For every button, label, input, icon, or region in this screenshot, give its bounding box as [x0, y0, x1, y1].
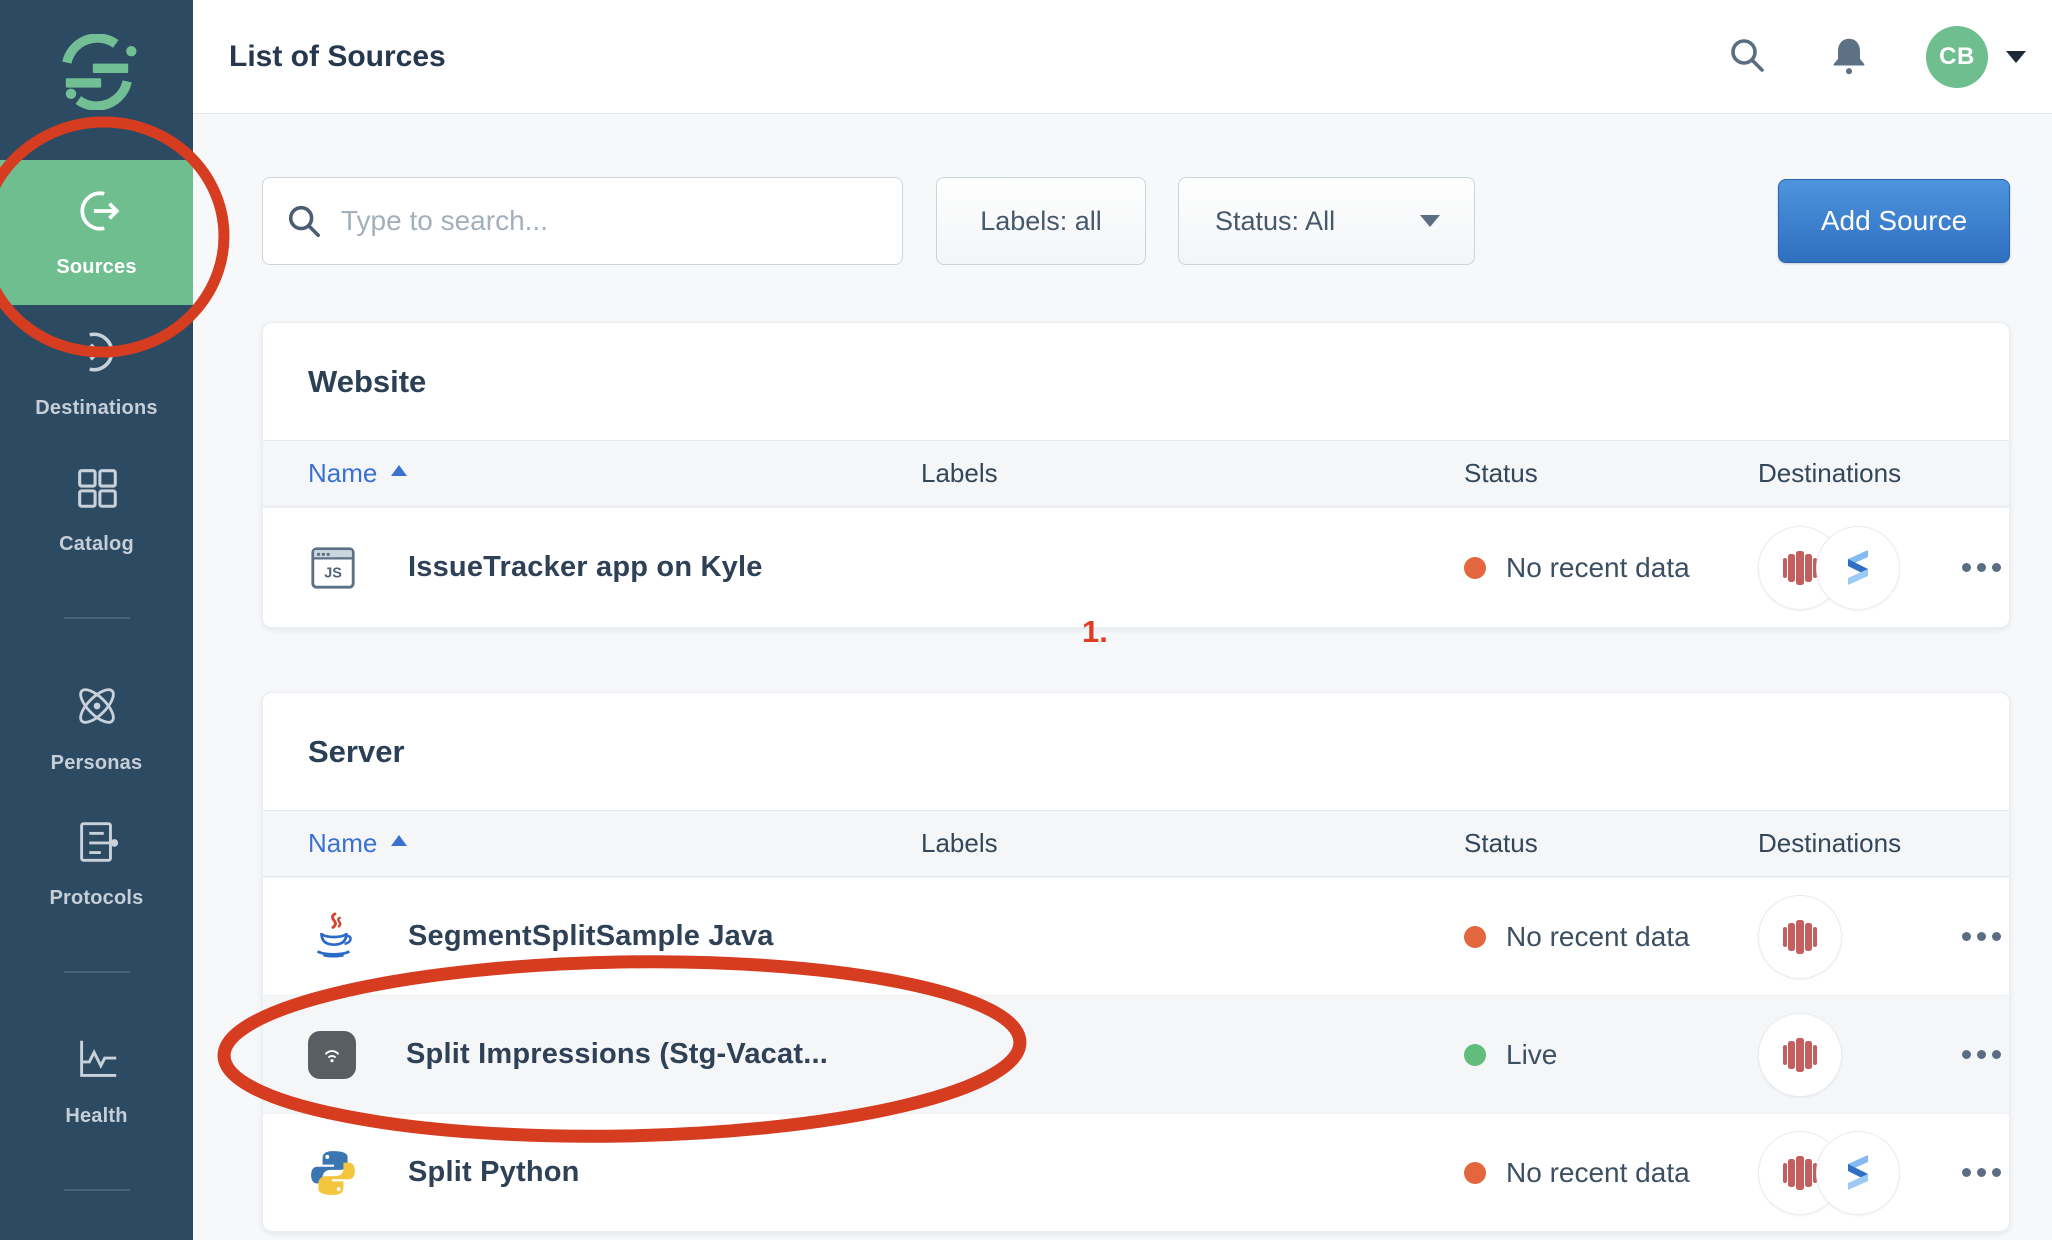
- topbar: List of Sources CB: [193, 0, 2052, 114]
- topbar-actions: CB: [1674, 26, 2052, 88]
- redshift-destination-icon[interactable]: [1758, 1013, 1842, 1097]
- table-header-row: Name Labels Status Destinations: [263, 441, 2009, 507]
- source-name: SegmentSplitSample Java: [408, 920, 774, 953]
- section-title: Website: [263, 323, 2009, 441]
- sidebar-item-label: Protocols: [49, 887, 143, 910]
- labels-filter-button[interactable]: Labels: all: [936, 177, 1146, 265]
- search-icon: [1728, 36, 1766, 77]
- sidebar-item-label: Catalog: [59, 533, 134, 556]
- sidebar-nav: Sources Destinations Cata: [0, 160, 193, 1231]
- column-header-destinations: Destinations: [1758, 828, 1928, 859]
- pulse-chart-icon: [72, 1035, 122, 1091]
- catalog-grid-icon: [72, 463, 122, 519]
- status-cell: No recent data: [1464, 1157, 1758, 1189]
- sidebar-item-label: Destinations: [35, 397, 157, 420]
- svg-text:JS: JS: [324, 565, 342, 581]
- sources-icon: [72, 186, 122, 242]
- table-header-row: Name Labels Status Destinations: [263, 811, 2009, 877]
- search-field-wrap: [262, 177, 903, 265]
- source-name: Split Impressions (Stg-Vacat...: [406, 1038, 828, 1071]
- table-row[interactable]: JS IssueTracker app on Kyle No recent da…: [263, 507, 2009, 627]
- sidebar-item-label: Sources: [56, 256, 136, 279]
- account-menu-caret-icon[interactable]: [2006, 51, 2026, 63]
- status-dot-icon: [1464, 1162, 1486, 1184]
- sidebar: Sources Destinations Cata: [0, 0, 193, 1240]
- source-name: IssueTracker app on Kyle: [408, 551, 763, 584]
- sidebar-item-protocols[interactable]: Protocols: [0, 795, 193, 931]
- column-header-status: Status: [1464, 828, 1758, 859]
- row-options-kebab-button[interactable]: [1952, 918, 2010, 955]
- status-dot-icon: [1464, 1044, 1486, 1066]
- server-sources-card: Server Name Labels Status Destinations: [262, 692, 2010, 1232]
- destinations-icon: [72, 327, 122, 383]
- avatar-initials: CB: [1939, 43, 1975, 71]
- javascript-browser-icon: JS: [308, 543, 358, 593]
- status-filter-label: Status: All: [1215, 206, 1335, 237]
- status-text: Live: [1506, 1039, 1557, 1071]
- bell-icon: [1828, 34, 1870, 79]
- add-source-label: Add Source: [1821, 205, 1967, 236]
- sidebar-divider: [64, 1189, 130, 1191]
- status-cell: Live: [1464, 1039, 1758, 1071]
- python-icon: [308, 1148, 358, 1198]
- notifications-button[interactable]: [1820, 26, 1878, 87]
- main-content: Labels: all Status: All Add Source Websi…: [193, 114, 2052, 1240]
- sort-ascending-icon: [391, 465, 407, 476]
- redshift-destination-icon[interactable]: [1758, 895, 1842, 979]
- segment-logo-icon: [45, 34, 149, 110]
- destinations-cell: [1758, 1013, 1928, 1097]
- sidebar-item-catalog[interactable]: Catalog: [0, 441, 193, 577]
- column-header-name[interactable]: Name: [308, 458, 921, 489]
- document-flow-icon: [72, 817, 122, 873]
- row-options-kebab-button[interactable]: [1952, 549, 2010, 586]
- row-options-kebab-button[interactable]: [1952, 1036, 2010, 1073]
- website-sources-card: Website Name Labels Status Destinations: [262, 322, 2010, 628]
- sidebar-item-sources[interactable]: Sources: [0, 160, 193, 305]
- add-source-button[interactable]: Add Source: [1778, 179, 2010, 263]
- blue-s-destination-icon[interactable]: [1816, 526, 1900, 610]
- status-text: No recent data: [1506, 921, 1690, 953]
- filter-toolbar: Labels: all Status: All Add Source: [262, 177, 2010, 265]
- column-header-labels: Labels: [921, 458, 1464, 489]
- destinations-cell: [1758, 1131, 1928, 1215]
- sidebar-item-label: Personas: [51, 752, 143, 775]
- column-header-status: Status: [1464, 458, 1758, 489]
- labels-filter-label: Labels: all: [980, 206, 1102, 237]
- section-title: Server: [263, 693, 2009, 811]
- sidebar-item-health[interactable]: Health: [0, 1013, 193, 1149]
- destinations-cell: [1758, 895, 1928, 979]
- java-icon: [308, 912, 358, 962]
- sort-ascending-icon: [391, 835, 407, 846]
- global-search-button[interactable]: [1720, 28, 1774, 85]
- blue-s-destination-icon[interactable]: [1816, 1131, 1900, 1215]
- row-options-kebab-button[interactable]: [1952, 1154, 2010, 1191]
- chevron-down-icon: [1420, 215, 1440, 227]
- sidebar-item-label: Health: [65, 1105, 127, 1128]
- status-filter-dropdown[interactable]: Status: All: [1178, 177, 1475, 265]
- destinations-cell: [1758, 526, 1928, 610]
- status-text: No recent data: [1506, 552, 1690, 584]
- sidebar-item-destinations[interactable]: Destinations: [0, 305, 193, 441]
- table-row[interactable]: SegmentSplitSample Java No recent data: [263, 877, 2009, 995]
- table-row[interactable]: Split Python No recent data: [263, 1113, 2009, 1231]
- sidebar-divider: [64, 617, 130, 619]
- status-cell: No recent data: [1464, 921, 1758, 953]
- status-dot-icon: [1464, 557, 1486, 579]
- avatar[interactable]: CB: [1926, 26, 1988, 88]
- page-title: List of Sources: [229, 40, 446, 74]
- column-header-labels: Labels: [921, 828, 1464, 859]
- status-text: No recent data: [1506, 1157, 1690, 1189]
- column-header-destinations: Destinations: [1758, 458, 1928, 489]
- source-name: Split Python: [408, 1156, 580, 1189]
- status-cell: No recent data: [1464, 552, 1758, 584]
- wifi-device-icon: [308, 1031, 356, 1079]
- status-dot-icon: [1464, 926, 1486, 948]
- sidebar-item-personas[interactable]: Personas: [0, 659, 193, 795]
- table-row[interactable]: Split Impressions (Stg-Vacat... Live: [263, 995, 2009, 1113]
- column-header-name[interactable]: Name: [308, 828, 921, 859]
- search-input[interactable]: [262, 177, 903, 265]
- sidebar-divider: [64, 971, 130, 973]
- atom-icon: [71, 680, 123, 738]
